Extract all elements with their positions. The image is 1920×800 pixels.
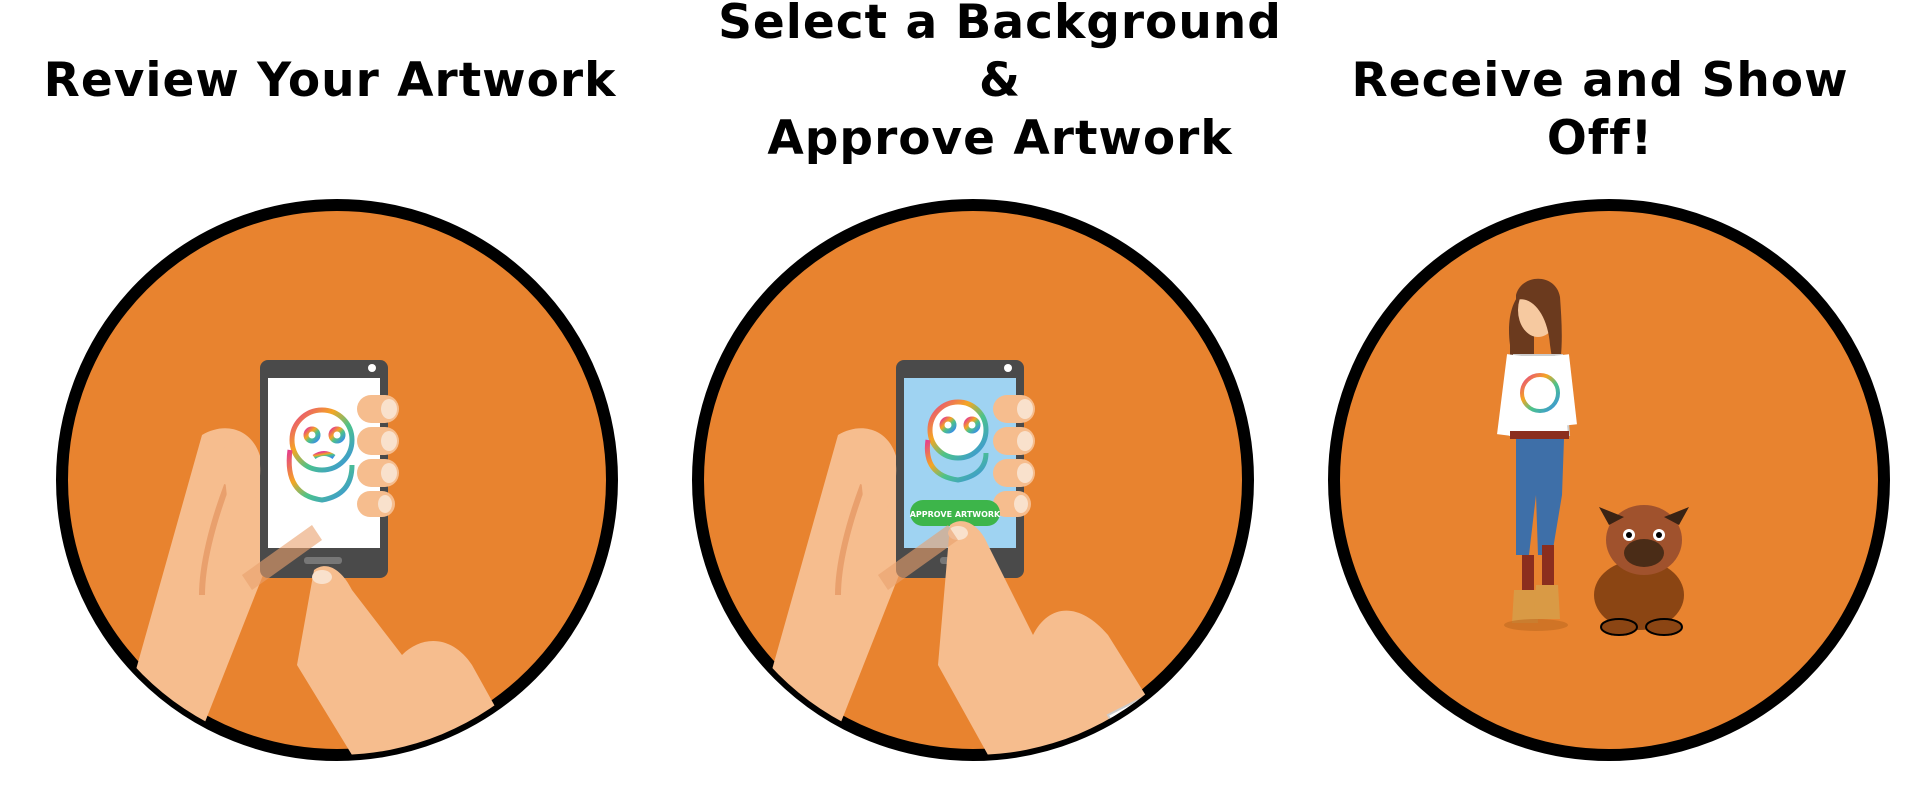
approve-illustration: APPROVE ARTWORK <box>688 195 1258 765</box>
step-title: Review Your Artwork <box>0 52 660 110</box>
title-line: Review Your Artwork <box>43 53 617 108</box>
step-review: Review Your Artwork <box>0 0 640 800</box>
step-approve: Select a Background & Approve Artwork AP… <box>640 0 1281 800</box>
step-title: Receive and Show Off! <box>1320 52 1880 168</box>
title-line: Receive and Show Off! <box>1351 53 1849 166</box>
step-receive: Receive and Show Off! <box>1280 0 1920 800</box>
review-illustration <box>52 195 622 765</box>
title-line: & <box>979 53 1021 108</box>
receive-illustration <box>1324 195 1894 765</box>
title-line: Approve Artwork <box>767 111 1233 166</box>
step-title: Select a Background & Approve Artwork <box>680 0 1320 168</box>
approve-button-label: APPROVE ARTWORK <box>910 510 1001 519</box>
title-line: Select a Background <box>718 0 1282 50</box>
